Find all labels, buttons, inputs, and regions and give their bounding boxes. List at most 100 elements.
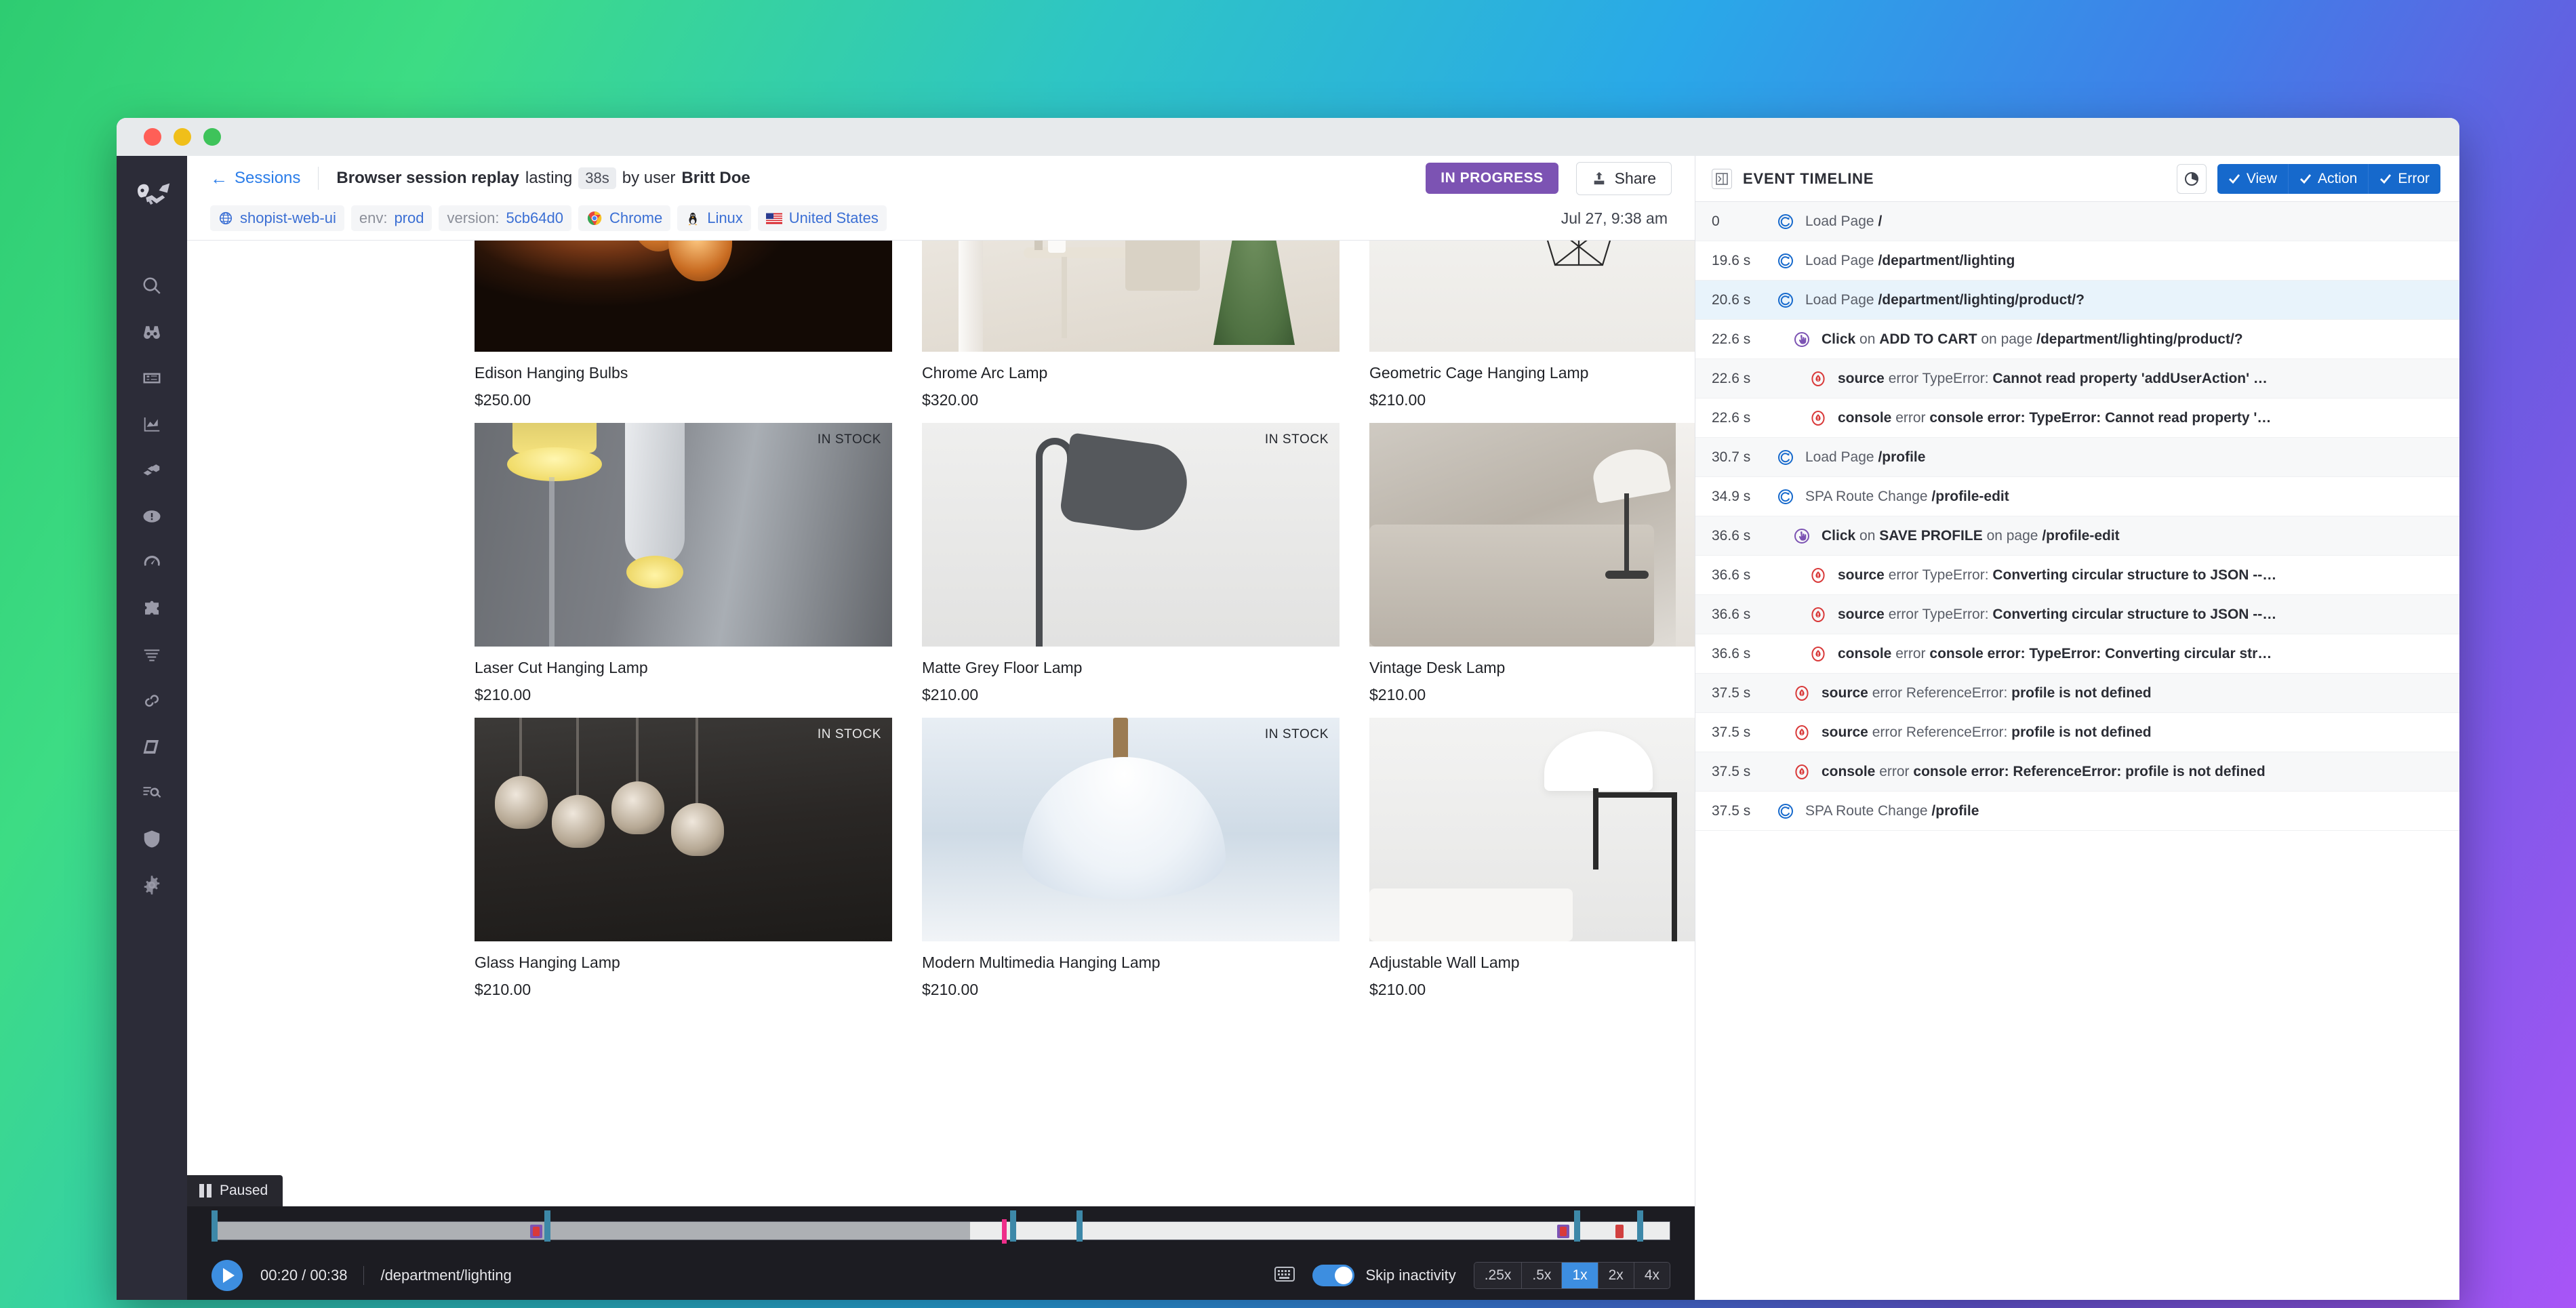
watchdog-binoculars-icon: [144, 326, 160, 339]
speed-option-1x[interactable]: 1x: [1562, 1263, 1598, 1288]
view-reload-icon: [1778, 449, 1793, 465]
product-card[interactable]: IN STOCK Modern Multimedia Hanging Lamp …: [922, 718, 1340, 999]
timeline-tick: [212, 1210, 218, 1242]
meta-chip-country[interactable]: United States: [757, 205, 887, 231]
sidebar-item-settings[interactable]: [117, 862, 187, 908]
scrubber-area[interactable]: [187, 1206, 1695, 1251]
status-badge[interactable]: IN PROGRESS: [1426, 163, 1558, 194]
event-breakdown-button[interactable]: [2176, 163, 2207, 194]
stock-badge: IN STOCK: [817, 727, 881, 741]
skip-inactivity-label: Skip inactivity: [1365, 1267, 1456, 1284]
keyboard-shortcuts-button[interactable]: [1274, 1266, 1295, 1285]
integrations-puzzle-icon: [145, 600, 159, 615]
timeline-marker-action[interactable]: [1557, 1225, 1570, 1238]
scrubber-playhead[interactable]: [1002, 1219, 1007, 1244]
filter-error[interactable]: Error: [2369, 163, 2440, 194]
event-timeline-row[interactable]: 36.6 s console error console error: Type…: [1695, 634, 2459, 674]
window-minimize-button[interactable]: [174, 128, 191, 146]
product-name: Chrome Arc Lamp: [922, 364, 1048, 382]
sidebar-item-watchdog[interactable]: [117, 309, 187, 355]
product-card[interactable]: Geometric Cage Hanging Lamp $210.00: [1369, 241, 1695, 409]
event-timeline-row[interactable]: 37.5 s source error ReferenceError: prof…: [1695, 713, 2459, 752]
monitors-alert-icon: [143, 510, 161, 523]
speed-option-025x[interactable]: .25x: [1474, 1263, 1523, 1288]
event-description: console error console error: ReferenceEr…: [1822, 763, 2266, 779]
product-card[interactable]: IN STOCK Laser Cut Hanging Lamp $210.00: [475, 423, 892, 704]
play-button[interactable]: [212, 1260, 243, 1291]
event-timeline-row[interactable]: 30.7 s Load Page /profile: [1695, 438, 2459, 477]
timeline-marker-error[interactable]: [1615, 1225, 1624, 1238]
product-card[interactable]: IN STOCK Adjustable Wall Lamp $210.00: [1369, 718, 1695, 999]
window-maximize-button[interactable]: [203, 128, 221, 146]
meta-chip-browser[interactable]: Chrome: [578, 205, 671, 231]
sidebar-item-monitors[interactable]: [117, 493, 187, 539]
event-timeline-row[interactable]: 36.6 s Click on SAVE PROFILE on page /pr…: [1695, 516, 2459, 556]
event-timeline-row[interactable]: 36.6 s source error TypeError: Convertin…: [1695, 556, 2459, 595]
event-timeline-row[interactable]: 37.5 s source error ReferenceError: prof…: [1695, 674, 2459, 713]
sidebar-item-logs[interactable]: [117, 632, 187, 678]
speed-option-2x[interactable]: 2x: [1598, 1263, 1634, 1288]
meta-chip-version[interactable]: version: 5cb64d0: [439, 205, 571, 231]
product-price: $210.00: [1369, 686, 1426, 703]
sidebar-item-notebooks[interactable]: [117, 724, 187, 770]
error-icon: [1811, 607, 1825, 622]
collapse-panel-button[interactable]: [1712, 168, 1732, 189]
sidebar-item-security[interactable]: [117, 816, 187, 862]
title-lasting: lasting: [525, 169, 573, 187]
sidebar-item-search[interactable]: [117, 263, 187, 309]
sidebar-item-infrastructure[interactable]: [117, 447, 187, 493]
product-image: IN STOCK: [1369, 423, 1695, 647]
sidebar-item-metrics[interactable]: [117, 401, 187, 447]
datadog-logo[interactable]: [117, 163, 187, 228]
keyboard-icon: [1274, 1266, 1295, 1282]
app-window: ← Sessions Browser session replay lastin…: [117, 118, 2459, 1300]
window-close-button[interactable]: [144, 128, 161, 146]
meta-chip-os[interactable]: Linux: [677, 205, 751, 231]
timeline-marker-action[interactable]: [529, 1225, 542, 1238]
session-user: Britt Doe: [681, 169, 750, 187]
sidebar-item-apm[interactable]: [117, 539, 187, 586]
sidebar-item-synthetics[interactable]: [117, 678, 187, 724]
back-to-sessions-link[interactable]: ← Sessions: [210, 169, 300, 188]
event-timeline-row[interactable]: 22.6 s Click on ADD TO CART on page /dep…: [1695, 320, 2459, 359]
product-name: Edison Hanging Bulbs: [475, 364, 628, 382]
product-image: [922, 241, 1340, 352]
replay-stage[interactable]: Edison Hanging Bulbs $250.00 Chrome Arc …: [187, 241, 1695, 1206]
event-timeline-row[interactable]: 20.6 s Load Page /department/lighting/pr…: [1695, 281, 2459, 320]
event-timeline-row[interactable]: 37.5 s console error console error: Refe…: [1695, 752, 2459, 792]
event-timeline-row[interactable]: 22.6 s console error console error: Type…: [1695, 398, 2459, 438]
event-timeline-row[interactable]: 37.5 s SPA Route Change /profile: [1695, 792, 2459, 831]
share-upload-icon: [1594, 171, 1604, 185]
stock-badge: IN STOCK: [817, 432, 881, 447]
event-timeline-row[interactable]: 22.6 s source error TypeError: Cannot re…: [1695, 359, 2459, 398]
event-timeline-row[interactable]: 0 Load Page /: [1695, 202, 2459, 241]
paused-indicator: Paused: [187, 1175, 283, 1206]
product-card[interactable]: IN STOCK Vintage Desk Lamp $210.00: [1369, 423, 1695, 704]
event-timestamp: 22.6 s: [1712, 409, 1751, 426]
scrubber-track[interactable]: [212, 1219, 1670, 1244]
product-price: $210.00: [922, 981, 979, 998]
event-timeline-row[interactable]: 36.6 s source error TypeError: Convertin…: [1695, 595, 2459, 634]
event-timeline-row[interactable]: 19.6 s Load Page /department/lighting: [1695, 241, 2459, 281]
sidebar-item-rum[interactable]: [117, 770, 187, 816]
meta-chip-env[interactable]: env: prod: [350, 205, 432, 231]
meta-chip-application[interactable]: shopist-web-ui: [210, 205, 344, 231]
skip-inactivity-toggle[interactable]: [1312, 1265, 1355, 1286]
filter-action[interactable]: Action: [2288, 163, 2369, 194]
action-click-icon: [1794, 331, 1809, 347]
event-list[interactable]: 0 Load Page /19.6 s Load Page /departmen…: [1695, 202, 2459, 1300]
sidebar-item-integrations[interactable]: [117, 586, 187, 632]
sidebar-item-dashboards[interactable]: [117, 355, 187, 401]
share-button[interactable]: Share: [1575, 161, 1672, 195]
window-titlebar: [117, 118, 2459, 156]
product-card[interactable]: Edison Hanging Bulbs $250.00: [475, 241, 892, 409]
event-timeline-row[interactable]: 34.9 s SPA Route Change /profile-edit: [1695, 477, 2459, 516]
speed-option-05x[interactable]: .5x: [1522, 1263, 1563, 1288]
meta-value: 5cb64d0: [506, 209, 563, 226]
speed-option-4x[interactable]: 4x: [1634, 1263, 1670, 1288]
product-card[interactable]: IN STOCK Matte Grey Floor Lamp $210.00: [922, 423, 1340, 704]
filter-view[interactable]: View: [2217, 163, 2289, 194]
product-card[interactable]: IN STOCK Glass Hanging Lamp $210.00: [475, 718, 892, 999]
product-card[interactable]: Chrome Arc Lamp $320.00: [922, 241, 1340, 409]
product-image: [475, 241, 892, 352]
